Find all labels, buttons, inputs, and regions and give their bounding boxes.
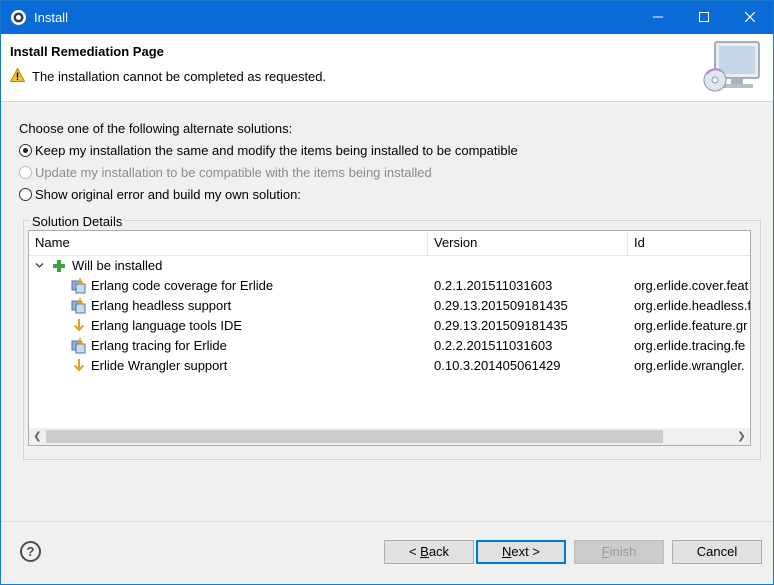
- feature-group-icon: [71, 338, 86, 354]
- install-arrow-icon: [73, 319, 85, 332]
- option-update-installation: Update my installation to be compatible …: [19, 163, 432, 181]
- item-id: org.erlide.wrangler.: [634, 358, 745, 373]
- eclipse-gear-icon: [11, 10, 26, 25]
- next-rest: ext >: [511, 544, 540, 559]
- plus-icon: [53, 260, 65, 272]
- item-id: org.erlide.feature.gr: [634, 318, 748, 333]
- back-mnemonic: B: [420, 544, 429, 559]
- back-prefix: <: [408, 544, 421, 559]
- tree-group-row[interactable]: Will be installed: [29, 256, 750, 276]
- scrollbar-thumb[interactable]: [46, 430, 663, 443]
- finish-button: Finish: [574, 540, 664, 564]
- item-name: Erlide Wrangler support: [91, 358, 228, 373]
- option-keep-installation[interactable]: Keep my installation the same and modify…: [19, 141, 518, 159]
- column-header-version[interactable]: Version: [428, 231, 628, 256]
- feature-group-icon: [71, 278, 86, 294]
- install-arrow-icon: [73, 359, 85, 372]
- computer-install-icon: [703, 41, 760, 92]
- item-name: Erlang language tools IDE: [91, 318, 243, 333]
- table-row[interactable]: Erlang language tools IDE 0.29.13.201509…: [29, 316, 750, 336]
- install-dialog: Install Install Remediation Page The ins…: [0, 0, 774, 585]
- back-button[interactable]: < Back: [384, 540, 474, 564]
- option-show-original-error[interactable]: Show original error and build my own sol…: [19, 185, 301, 203]
- option-label: Show original error and build my own sol…: [35, 186, 301, 202]
- radio-disabled: [19, 165, 32, 179]
- option-label: Update my installation to be compatible …: [35, 164, 432, 180]
- item-id: org.erlide.tracing.fe: [634, 338, 746, 353]
- cancel-button[interactable]: Cancel: [672, 540, 762, 564]
- scroll-right-icon[interactable]: ❯: [733, 428, 750, 445]
- table-header: Name Version Id: [29, 231, 750, 256]
- column-header-id[interactable]: Id: [628, 231, 750, 256]
- solution-tree-table[interactable]: Name Version Id Will be installed Erlang…: [28, 230, 751, 446]
- header-banner: Install Remediation Page The installatio…: [1, 34, 773, 102]
- table-row[interactable]: Erlang code coverage for Erlide 0.2.1.20…: [29, 276, 750, 296]
- footer-separator: [1, 521, 773, 522]
- finish-mnemonic: F: [601, 544, 610, 559]
- item-version: 0.29.13.201509181435: [434, 318, 568, 333]
- chevron-down-icon[interactable]: [35, 261, 44, 270]
- table-row[interactable]: Erlide Wrangler support 0.10.3.201405061…: [29, 356, 750, 376]
- error-message: The installation cannot be completed as …: [32, 69, 327, 84]
- close-icon: [744, 11, 756, 23]
- table-row[interactable]: Erlang headless support 0.29.13.20150918…: [29, 296, 751, 316]
- feature-group-icon: [71, 298, 86, 314]
- table-row[interactable]: Erlang tracing for Erlide 0.2.2.20151103…: [29, 336, 750, 356]
- item-name: Erlang code coverage for Erlide: [91, 278, 274, 293]
- item-version: 0.2.1.201511031603: [434, 278, 553, 293]
- item-name: Erlang headless support: [91, 298, 232, 313]
- window-title: Install: [34, 10, 68, 25]
- minimize-button[interactable]: [635, 1, 681, 34]
- item-id: org.erlide.cover.feat: [634, 278, 749, 293]
- scroll-left-icon[interactable]: ❮: [29, 428, 46, 445]
- finish-rest: inish: [609, 544, 637, 559]
- back-rest: ack: [428, 544, 450, 559]
- minimize-icon: [653, 16, 663, 18]
- item-version: 0.2.2.201511031603: [434, 338, 553, 353]
- option-label: Keep my installation the same and modify…: [35, 142, 518, 158]
- group-legend: Solution Details: [30, 214, 125, 229]
- item-version: 0.29.13.201509181435: [434, 298, 568, 313]
- group-label: Will be installed: [72, 258, 163, 273]
- warning-icon: [10, 68, 25, 82]
- maximize-icon: [699, 12, 709, 22]
- radio-selected[interactable]: [19, 143, 32, 157]
- column-header-name[interactable]: Name: [29, 231, 428, 256]
- horizontal-scrollbar[interactable]: ❮ ❯: [29, 428, 750, 445]
- next-mnemonic: N: [502, 544, 512, 559]
- page-title: Install Remediation Page: [10, 44, 164, 59]
- options-prompt: Choose one of the following alternate so…: [19, 121, 293, 136]
- radio-unselected[interactable]: [19, 187, 32, 201]
- item-id: org.erlide.headless.f: [634, 298, 751, 313]
- item-name: Erlang tracing for Erlide: [91, 338, 227, 353]
- maximize-button[interactable]: [681, 1, 727, 34]
- help-icon[interactable]: ?: [20, 541, 41, 562]
- next-button[interactable]: Next >: [476, 540, 566, 564]
- close-button[interactable]: [727, 1, 773, 34]
- item-version: 0.10.3.201405061429: [434, 358, 561, 373]
- title-bar[interactable]: Install: [1, 1, 773, 34]
